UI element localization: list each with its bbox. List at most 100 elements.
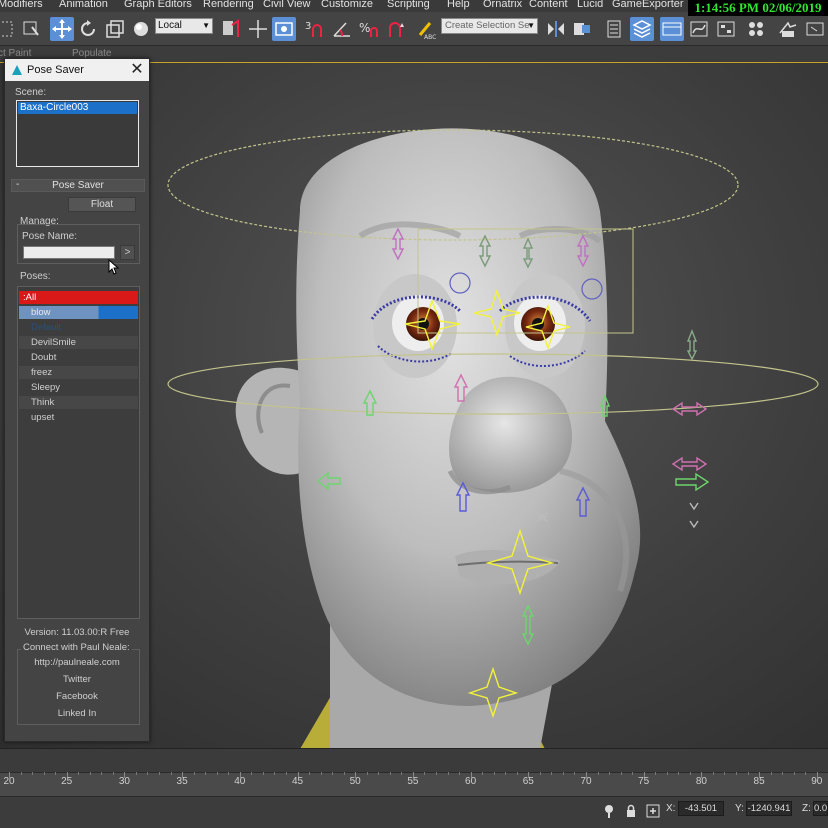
menu-rendering[interactable]: Rendering (203, 0, 254, 10)
select-and-move-icon[interactable] (50, 17, 74, 41)
timeline-label: 65 (522, 776, 534, 787)
linkedin-link[interactable]: Linked In (5, 708, 149, 719)
selection-set-placeholder: Create Selection Se (445, 20, 530, 31)
toggle-ribbon-icon[interactable] (660, 17, 684, 41)
pose-item-default[interactable]: Default (19, 321, 138, 334)
timeline-tick (43, 772, 45, 775)
timeline-tick (678, 772, 680, 775)
timeline-tick (216, 772, 218, 775)
select-and-scale-icon[interactable] (103, 17, 127, 41)
scene-listbox[interactable]: Baxa-Circle003 (16, 100, 139, 167)
menu-animation[interactable]: Animation (59, 0, 108, 10)
x-coord-field[interactable]: -43.501 (678, 801, 724, 816)
nose (449, 376, 572, 493)
select-and-rotate-icon[interactable] (76, 17, 100, 41)
clock-overlay: 1:14:56 PM 02/06/2019 (688, 0, 828, 16)
svg-text:%: % (359, 21, 370, 35)
pose-saver-window: Pose Saver ✕ Scene: Baxa-Circle003 - Pos… (4, 58, 150, 742)
pose-item-blow[interactable]: blow (19, 306, 138, 319)
website-link[interactable]: http://paulneale.com (5, 657, 149, 668)
menu-help[interactable]: Help (447, 0, 470, 10)
timeline-tick (285, 772, 287, 775)
pose-saver-titlebar[interactable]: Pose Saver (5, 59, 149, 81)
menu-ornatrix[interactable]: Ornatrix (483, 0, 522, 10)
pose-item-all[interactable]: :All (19, 291, 138, 304)
menu-content[interactable]: Content (529, 0, 568, 10)
menu-civil-view[interactable]: Civil View (263, 0, 310, 10)
pose-item-doubt[interactable]: Doubt (19, 351, 138, 364)
menu-graph-editors[interactable]: Graph Editors (124, 0, 192, 10)
select-and-place-icon[interactable] (129, 17, 153, 41)
pose-item-upset[interactable]: upset (19, 411, 138, 424)
timeline-tick (262, 772, 264, 775)
selection-lock-icon[interactable] (624, 804, 638, 818)
menu-gameexporter[interactable]: GameExporter (612, 0, 684, 10)
float-button[interactable]: Float (68, 197, 136, 212)
timeline-label: 40 (234, 776, 246, 787)
y-coord-field[interactable]: -1240.941 (746, 801, 792, 816)
timeline-tick (551, 772, 553, 775)
timeline-tick (724, 772, 726, 775)
timeline-tick (309, 772, 311, 775)
pose-item-devilsmile[interactable]: DevilSmile (19, 336, 138, 349)
curve-editor-icon[interactable] (687, 17, 711, 41)
material-editor-icon[interactable] (744, 17, 768, 41)
twitter-link[interactable]: Twitter (5, 674, 149, 685)
timeline-tick (89, 772, 91, 775)
angle-snap-icon[interactable] (330, 17, 354, 41)
keyboard-shortcut-override-icon[interactable] (272, 17, 296, 41)
pose-name-input[interactable] (23, 246, 115, 259)
reference-coordinate-dropdown[interactable]: Local ▼ (155, 18, 213, 34)
menu-lucid[interactable]: Lucid (577, 0, 603, 10)
align-icon[interactable] (570, 17, 594, 41)
edit-named-selection-icon[interactable]: ABC (414, 17, 438, 41)
menu-customize[interactable]: Customize (321, 0, 373, 10)
pose-item-think[interactable]: Think (19, 396, 138, 409)
pose-item-sleepy[interactable]: Sleepy (19, 381, 138, 394)
timeline-tick (55, 772, 57, 775)
pivot-center-icon[interactable] (218, 17, 242, 41)
timeline-tick (424, 772, 426, 775)
timeline-tick (435, 772, 437, 775)
scene-list-item[interactable]: Baxa-Circle003 (18, 102, 137, 114)
menu-scripting[interactable]: Scripting (387, 0, 430, 10)
svg-text:3: 3 (305, 21, 311, 32)
pose-saver-rollout-header[interactable]: - Pose Saver (11, 179, 145, 192)
timeline-label: 45 (291, 776, 304, 787)
poses-listbox[interactable]: :All blow Default DevilSmile Doubt freez… (17, 286, 140, 619)
select-region-icon[interactable] (0, 17, 18, 41)
absolute-mode-icon[interactable] (646, 804, 660, 818)
spinner-snap-icon[interactable] (384, 17, 408, 41)
timeline-tick (632, 772, 634, 775)
timeline-label: 55 (407, 776, 419, 787)
pose-item-freez[interactable]: freez (19, 366, 138, 379)
save-pose-button[interactable]: > (120, 245, 135, 260)
snaps-toggle-icon[interactable]: 3 (303, 17, 327, 41)
timeline-tick (32, 772, 34, 775)
timeline-tick (609, 772, 611, 775)
time-slider[interactable] (0, 748, 828, 772)
schematic-view-icon[interactable] (714, 17, 738, 41)
mirror-icon[interactable] (544, 17, 568, 41)
layer-explorer-icon[interactable] (630, 17, 654, 41)
timeline-tick (170, 772, 172, 775)
select-manipulate-icon[interactable] (246, 17, 270, 41)
window-crossing-icon[interactable] (20, 17, 44, 41)
percent-snap-icon[interactable]: % (357, 17, 381, 41)
timeline-tick (782, 772, 784, 775)
render-setup-icon[interactable] (776, 17, 800, 41)
close-icon[interactable]: ✕ (130, 60, 144, 80)
ear (235, 367, 305, 475)
z-coord-field[interactable]: 0.0 (813, 801, 828, 816)
menu-modifiers[interactable]: Modifiers (0, 0, 43, 10)
timeline-label: 60 (465, 776, 477, 787)
timeline-tick (389, 772, 391, 775)
selection-set-dropdown[interactable]: Create Selection Se ▼ (441, 18, 538, 34)
isolate-pin-icon[interactable] (602, 804, 616, 818)
facebook-link[interactable]: Facebook (5, 691, 149, 702)
scene-explorer-icon[interactable] (602, 17, 626, 41)
timeline-label: 70 (580, 776, 592, 787)
timeline-tick (493, 772, 495, 775)
timeline-tick (574, 772, 576, 775)
rendered-frame-window-icon[interactable] (803, 17, 827, 41)
